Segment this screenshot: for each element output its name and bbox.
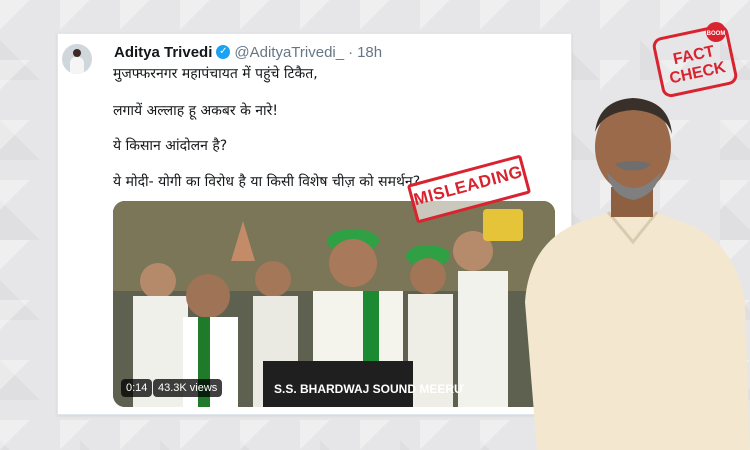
verified-badge-icon: ✓ — [216, 45, 231, 59]
tweet-text-line: मुजफ्फरनगर महापंचायत में पहुंचे टिकैत, — [113, 66, 318, 82]
video-duration: 0:14 — [121, 379, 153, 397]
fact-check-tag: BOOM — [707, 31, 726, 37]
tweet-text-line: ये किसान आंदोलन है? — [113, 138, 228, 154]
video-frame — [113, 201, 555, 407]
person-photo — [525, 98, 750, 450]
display-name[interactable]: Aditya Trivedi — [114, 44, 212, 61]
video-player[interactable]: 0:14 43.3K views — [113, 201, 555, 407]
fact-check-stamp: BOOM FACT CHECK — [652, 22, 738, 98]
avatar[interactable] — [62, 44, 92, 74]
tweet-text-line: लगायें अल्लाह हू अकबर के नारे! — [113, 103, 279, 119]
video-views: 43.3K views — [153, 379, 223, 397]
video-banner-caption: S.S. BHARDWAJ SOUND MEERUT — [274, 382, 464, 396]
tweet-header: Aditya Trivedi ✓ @AdityaTrivedi_ · 18h — [114, 42, 382, 62]
separator-dot: · — [348, 43, 354, 61]
handle[interactable]: @AdityaTrivedi_ — [234, 44, 344, 61]
banner-text: S.S. BHARDWAJ SOUND MEERUT — [274, 382, 464, 396]
timestamp[interactable]: 18h — [357, 44, 382, 61]
tweet-text-line: ये मोदी- योगी का विरोध है या किसी विशेष … — [113, 174, 421, 190]
